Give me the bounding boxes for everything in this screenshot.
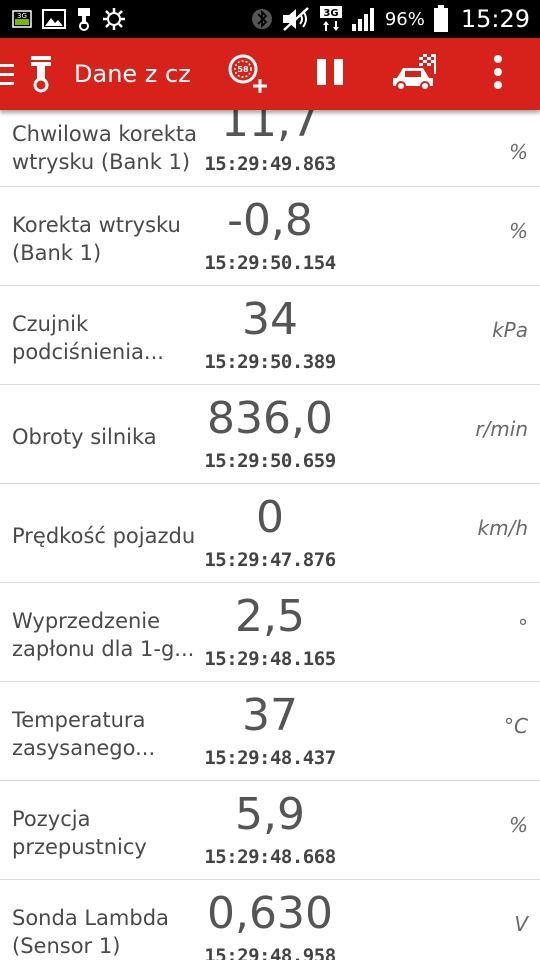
sensor-row[interactable]: Obroty silnika 836,0 15:29:50.659 r/min <box>0 385 540 484</box>
sensor-name: Pozycja przepustnicy <box>12 807 147 859</box>
sensor-row[interactable]: Korekta wtrysku (Bank 1) -0,8 15:29:50.1… <box>0 187 540 286</box>
race-car-icon <box>391 52 441 96</box>
pause-icon <box>315 57 345 91</box>
add-gauge-button[interactable]: 58 <box>218 38 274 110</box>
sensor-name: Czujnik podciśnienia... <box>12 312 164 364</box>
sensor-unit: kPa <box>492 318 528 342</box>
app-toolbar: Dane z cz 58 <box>0 38 540 110</box>
sensor-list[interactable]: Chwilowa korekta wtrysku (Bank 1) 11,7 1… <box>0 110 540 960</box>
sensor-row[interactable]: Temperatura zasysanego... 37 15:29:48.43… <box>0 682 540 781</box>
sensor-unit: °C <box>504 714 528 738</box>
sensor-unit: km/h <box>477 516 528 540</box>
sensor-value: 34 <box>242 294 298 345</box>
menu-icon[interactable] <box>0 64 16 86</box>
battery-percent: 96% <box>384 8 425 30</box>
sensor-value: 2,5 <box>235 591 305 642</box>
sensor-timestamp: 15:29:48.165 <box>204 648 336 670</box>
sensor-row[interactable]: Czujnik podciśnienia... 34 15:29:50.389 … <box>0 286 540 385</box>
clock: 15:29 <box>460 5 530 33</box>
sensor-timestamp: 15:29:48.437 <box>204 747 336 769</box>
sensor-value: -0,8 <box>227 195 313 246</box>
overflow-menu-icon <box>493 55 503 93</box>
sensor-value: 836,0 <box>207 393 333 444</box>
sim-3g-icon: 3G <box>12 10 32 28</box>
battery-icon <box>433 5 449 33</box>
sensor-value: 0 <box>256 492 284 543</box>
sensor-value: 11,7 <box>221 110 319 147</box>
piston-logo-icon <box>28 54 54 94</box>
image-icon <box>42 9 66 29</box>
sensor-timestamp: 15:29:47.876 <box>204 549 336 571</box>
system-status-icons: 3G 96% 15:29 <box>251 0 530 38</box>
sensor-name: Sonda Lambda (Sensor 1) <box>12 906 169 958</box>
sensor-timestamp: 15:29:50.154 <box>204 252 336 274</box>
sensor-value: 0,630 <box>207 888 333 939</box>
page-title: Dane z cz <box>74 60 190 88</box>
sensor-timestamp: 15:29:48.668 <box>204 846 336 868</box>
sensor-name: Prędkość pojazdu <box>12 524 196 548</box>
add-gauge-icon: 58 <box>223 49 269 99</box>
sensor-row[interactable]: Sonda Lambda (Sensor 1) 0,630 15:29:48.9… <box>0 880 540 960</box>
signal-icon <box>351 6 377 32</box>
sensor-name: Temperatura zasysanego... <box>12 708 156 760</box>
mute-icon <box>281 6 311 32</box>
race-mode-button[interactable] <box>384 38 448 110</box>
sensor-unit: % <box>508 140 528 164</box>
gauge-badge: 58 <box>237 65 249 74</box>
notification-icons: 3G <box>12 6 126 32</box>
sensor-timestamp: 15:29:50.389 <box>204 351 336 373</box>
sensor-timestamp: 15:29:50.659 <box>204 450 336 472</box>
overflow-menu-button[interactable] <box>476 38 520 110</box>
sensor-value: 37 <box>242 690 298 741</box>
sensor-name: Korekta wtrysku (Bank 1) <box>12 213 181 265</box>
settings-sun-icon <box>102 7 126 31</box>
sensor-unit: r/min <box>475 417 528 441</box>
sensor-row[interactable]: Pozycja przepustnicy 5,9 15:29:48.668 % <box>0 781 540 880</box>
sensor-unit: V <box>514 912 528 936</box>
bluetooth-icon <box>251 5 273 33</box>
status-bar: 3G 3G 96% 15:29 <box>0 0 540 38</box>
sensor-unit: ° <box>518 615 528 639</box>
sensor-unit: % <box>508 813 528 837</box>
pause-button[interactable] <box>302 38 358 110</box>
sensor-timestamp: 15:29:48.958 <box>204 945 336 960</box>
svg-text:3G: 3G <box>17 12 27 20</box>
sensor-name: Wyprzedzenie zapłonu dla 1-g... <box>12 609 195 661</box>
network-type-label: 3G <box>323 8 338 19</box>
3g-data-icon: 3G <box>319 5 343 33</box>
sensor-timestamp: 15:29:49.863 <box>204 153 336 175</box>
sensor-name: Chwilowa korekta wtrysku (Bank 1) <box>12 122 198 174</box>
sensor-row[interactable]: Chwilowa korekta wtrysku (Bank 1) 11,7 1… <box>0 110 540 187</box>
sensor-row[interactable]: Prędkość pojazdu 0 15:29:47.876 km/h <box>0 484 540 583</box>
sensor-unit: % <box>508 219 528 243</box>
sensor-value: 5,9 <box>235 789 305 840</box>
sensor-row[interactable]: Wyprzedzenie zapłonu dla 1-g... 2,5 15:2… <box>0 583 540 682</box>
piston-icon <box>76 7 92 31</box>
sensor-name: Obroty silnika <box>12 425 157 449</box>
